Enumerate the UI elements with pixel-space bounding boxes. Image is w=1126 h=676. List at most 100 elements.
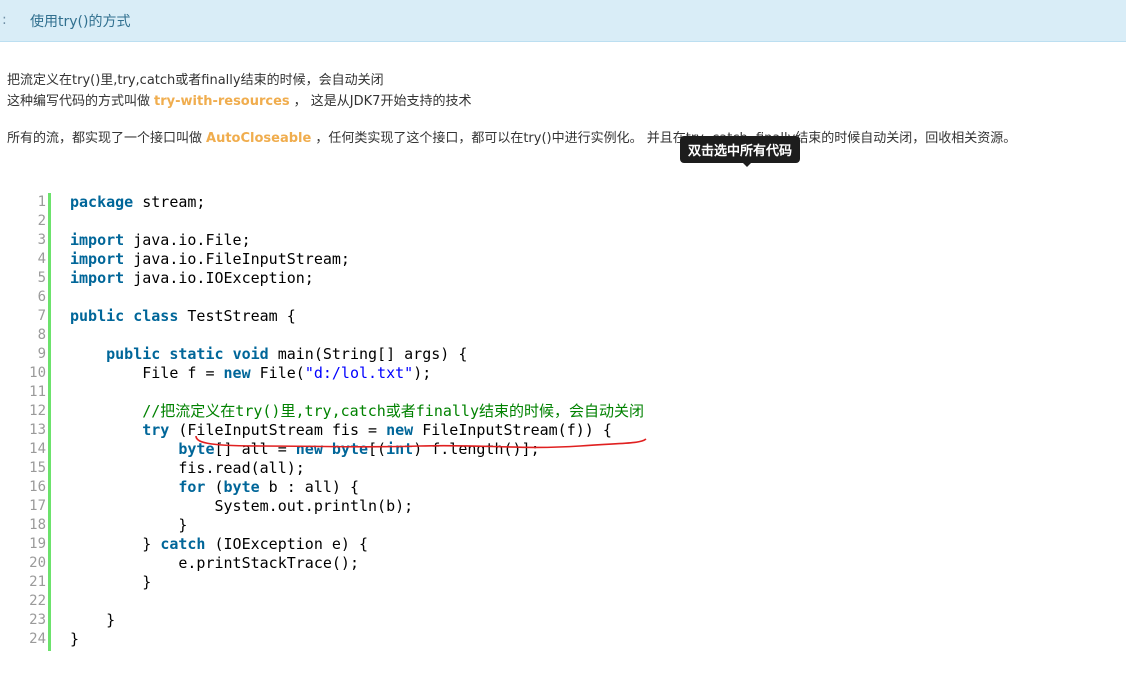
code-token: (FileInputStream fis =	[169, 421, 387, 439]
code-line: import java.io.File;	[70, 231, 644, 250]
code-line: File f = new File("d:/lol.txt");	[70, 364, 644, 383]
description-paragraph-3: 所有的流，都实现了一个接口叫做 AutoCloseable ，任何类实现了这个接口，…	[7, 127, 1016, 146]
code-token: (IOException e) {	[205, 535, 369, 553]
code-block[interactable]: 1 2 3 4 5 6 7 8 9 10 11 12 13 14 15 16 17 18 19 20 21 22 23 24 …	[0, 193, 1126, 653]
description-paragraph-1: 把流定义在try()里,try,catch或者finally结束的时候，会自动关…	[7, 73, 384, 88]
line-number: 11	[29, 384, 46, 400]
code-token: b : all) {	[259, 478, 359, 496]
code-token: ) f.length()];	[413, 440, 540, 458]
code-token: byte	[178, 440, 215, 458]
code-token: byte	[223, 478, 260, 496]
line-number: 15	[29, 460, 46, 476]
description-text: 所有的流，都实现了一个接口叫做	[7, 131, 203, 146]
description-text: ， 这是从JDK7开始支持的技术	[293, 94, 472, 109]
code-line: System.out.println(b);	[70, 497, 644, 516]
code-token: }	[70, 535, 161, 553]
code-token: new	[223, 364, 251, 382]
line-number-gutter: 1 2 3 4 5 6 7 8 9 10 11 12 13 14 15 16 17 18 19 20 21 22 23 24	[0, 193, 46, 649]
code-lines[interactable]: package stream; import java.io.File; impo…	[70, 193, 644, 649]
header-colon: :	[2, 12, 7, 28]
line-number: 19	[29, 536, 46, 552]
code-token: byte	[331, 440, 369, 458]
keyword-autocloseable: AutoCloseable	[206, 131, 312, 146]
description-text: ，任何类实现了这个接口，都可以在try()中进行实例化。 并且在try, cat…	[315, 131, 1017, 146]
code-token: System.out.println(b);	[70, 497, 414, 515]
gutter-divider	[48, 193, 51, 651]
code-token: try	[142, 421, 170, 439]
line-number: 13	[29, 422, 46, 438]
code-token: public	[70, 307, 125, 325]
code-token: }	[70, 573, 152, 591]
code-token: package	[70, 193, 134, 211]
line-number: 20	[29, 555, 46, 571]
code-token: int	[386, 440, 414, 458]
line-number: 10	[29, 365, 46, 381]
line-number: 9	[37, 346, 46, 362]
line-number: 17	[29, 498, 46, 514]
code-line: try (FileInputStream fis = new FileInput…	[70, 421, 644, 440]
code-token: File f =	[70, 364, 224, 382]
line-number: 24	[29, 631, 46, 647]
line-number: 7	[37, 308, 46, 324]
line-number: 2	[37, 213, 46, 229]
code-line: }	[70, 516, 644, 535]
line-number: 14	[29, 441, 46, 457]
code-token: new	[386, 421, 414, 439]
code-token: public	[106, 345, 161, 363]
code-token: e.printStackTrace();	[70, 554, 359, 572]
code-line: public class TestStream {	[70, 307, 644, 326]
code-line: fis.read(all);	[70, 459, 644, 478]
code-token: "d:/lol.txt"	[304, 364, 414, 382]
code-token: void	[232, 345, 269, 363]
code-token: }	[70, 611, 116, 629]
line-number: 21	[29, 574, 46, 590]
section-header: : 使用try()的方式	[0, 0, 1126, 42]
line-number: 12	[29, 403, 46, 419]
code-token: catch	[160, 535, 206, 553]
tooltip-arrow	[741, 161, 753, 167]
code-token: import	[70, 250, 125, 268]
line-number: 6	[37, 289, 46, 305]
code-token: (	[205, 478, 224, 496]
section-title: 使用try()的方式	[30, 14, 131, 30]
description-paragraph-2: 这种编写代码的方式叫做 try-with-resources， 这是从JDK7开始…	[7, 90, 471, 109]
code-token: fis.read(all);	[70, 459, 305, 477]
code-line: package stream;	[70, 193, 644, 212]
line-number: 18	[29, 517, 46, 533]
code-token: TestStream {	[178, 307, 296, 325]
code-token: File(	[250, 364, 305, 382]
code-line: public static void main(String[] args) {	[70, 345, 644, 364]
code-token: //把流定义在try()里,try,catch或者finally结束的时候，会自…	[142, 402, 644, 420]
code-line: import java.io.IOException;	[70, 269, 644, 288]
code-token: [] all =	[214, 440, 296, 458]
code-line: byte[] all = new byte[(int) f.length()];	[70, 440, 644, 459]
code-token: }	[70, 516, 188, 534]
code-token: }	[70, 630, 80, 648]
code-line: } catch (IOException e) {	[70, 535, 644, 554]
code-token: java.io.FileInputStream;	[124, 250, 350, 268]
code-line: }	[70, 611, 644, 630]
code-token: java.io.IOException;	[124, 269, 314, 287]
code-line: e.printStackTrace();	[70, 554, 644, 573]
code-token: import	[70, 269, 125, 287]
select-all-tooltip: 双击选中所有代码	[680, 136, 801, 163]
code-line: import java.io.FileInputStream;	[70, 250, 644, 269]
code-token: );	[413, 364, 432, 382]
code-token: [(	[368, 440, 387, 458]
code-token: class	[133, 307, 179, 325]
code-token: java.io.File;	[124, 231, 251, 249]
code-token: static	[169, 345, 224, 363]
description-text: 这种编写代码的方式叫做	[7, 94, 151, 109]
